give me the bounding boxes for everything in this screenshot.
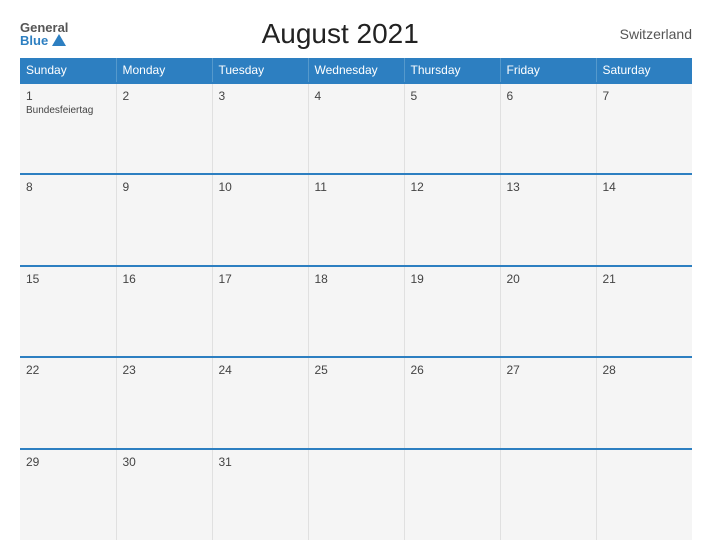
day-number: 13 (507, 180, 590, 194)
calendar-title: August 2021 (68, 18, 612, 50)
calendar-cell: 26 (404, 357, 500, 448)
day-number: 7 (603, 89, 687, 103)
day-number: 6 (507, 89, 590, 103)
calendar-cell: 23 (116, 357, 212, 448)
calendar-cell: 5 (404, 83, 500, 174)
calendar-week-row: 29 30 31 (20, 449, 692, 540)
calendar-cell: 19 (404, 266, 500, 357)
calendar-cell: 25 (308, 357, 404, 448)
logo-blue-text: Blue (20, 34, 48, 47)
day-number: 12 (411, 180, 494, 194)
calendar-cell: 15 (20, 266, 116, 357)
calendar-cell: 3 (212, 83, 308, 174)
header-wednesday: Wednesday (308, 58, 404, 83)
calendar-cell: 2 (116, 83, 212, 174)
calendar-cell: 4 (308, 83, 404, 174)
calendar-cell: 10 (212, 174, 308, 265)
country-label: Switzerland (612, 26, 692, 42)
holiday-label: Bundesfeiertag (26, 105, 110, 116)
day-number: 8 (26, 180, 110, 194)
calendar-week-row: 22 23 24 25 26 27 28 (20, 357, 692, 448)
header-sunday: Sunday (20, 58, 116, 83)
calendar-cell: 20 (500, 266, 596, 357)
calendar-cell: 11 (308, 174, 404, 265)
day-number: 15 (26, 272, 110, 286)
header: General Blue August 2021 Switzerland (20, 18, 692, 50)
calendar-cell: 22 (20, 357, 116, 448)
calendar-cell: 21 (596, 266, 692, 357)
header-saturday: Saturday (596, 58, 692, 83)
day-number: 26 (411, 363, 494, 377)
day-number: 4 (315, 89, 398, 103)
day-number: 2 (123, 89, 206, 103)
day-number: 21 (603, 272, 687, 286)
day-number: 14 (603, 180, 687, 194)
header-friday: Friday (500, 58, 596, 83)
calendar-cell: 13 (500, 174, 596, 265)
day-number: 23 (123, 363, 206, 377)
day-number: 1 (26, 89, 110, 103)
day-number: 27 (507, 363, 590, 377)
calendar-week-row: 1 Bundesfeiertag 234567 (20, 83, 692, 174)
day-number: 10 (219, 180, 302, 194)
day-number: 11 (315, 180, 398, 194)
day-number: 3 (219, 89, 302, 103)
day-number: 24 (219, 363, 302, 377)
day-number: 25 (315, 363, 398, 377)
day-number: 17 (219, 272, 302, 286)
calendar-cell: 18 (308, 266, 404, 357)
calendar-cell: 12 (404, 174, 500, 265)
logo-triangle-icon (52, 34, 66, 46)
calendar-cell (500, 449, 596, 540)
day-number: 19 (411, 272, 494, 286)
day-number: 18 (315, 272, 398, 286)
calendar-cell: 6 (500, 83, 596, 174)
weekday-header-row: Sunday Monday Tuesday Wednesday Thursday… (20, 58, 692, 83)
calendar-cell: 9 (116, 174, 212, 265)
day-number: 29 (26, 455, 110, 469)
header-tuesday: Tuesday (212, 58, 308, 83)
header-monday: Monday (116, 58, 212, 83)
calendar-cell: 7 (596, 83, 692, 174)
calendar-cell: 28 (596, 357, 692, 448)
calendar-week-row: 15 16 17 18 19 20 21 (20, 266, 692, 357)
calendar-cell (308, 449, 404, 540)
calendar-cell: 24 (212, 357, 308, 448)
calendar-cell: 31 (212, 449, 308, 540)
calendar-cell: 1 Bundesfeiertag (20, 83, 116, 174)
day-number: 31 (219, 455, 302, 469)
calendar-cell: 27 (500, 357, 596, 448)
calendar-cell: 16 (116, 266, 212, 357)
day-number: 16 (123, 272, 206, 286)
calendar-page: General Blue August 2021 Switzerland Sun… (0, 0, 712, 550)
calendar-cell (404, 449, 500, 540)
header-thursday: Thursday (404, 58, 500, 83)
calendar-cell: 14 (596, 174, 692, 265)
day-number: 30 (123, 455, 206, 469)
logo: General Blue (20, 21, 68, 47)
calendar-table: Sunday Monday Tuesday Wednesday Thursday… (20, 58, 692, 540)
calendar-cell: 17 (212, 266, 308, 357)
calendar-week-row: 89 10 11 12 13 14 (20, 174, 692, 265)
calendar-cell (596, 449, 692, 540)
day-number: 28 (603, 363, 687, 377)
day-number: 22 (26, 363, 110, 377)
calendar-cell: 8 (20, 174, 116, 265)
calendar-cell: 29 (20, 449, 116, 540)
calendar-cell: 30 (116, 449, 212, 540)
day-number: 9 (123, 180, 206, 194)
day-number: 20 (507, 272, 590, 286)
day-number: 5 (411, 89, 494, 103)
